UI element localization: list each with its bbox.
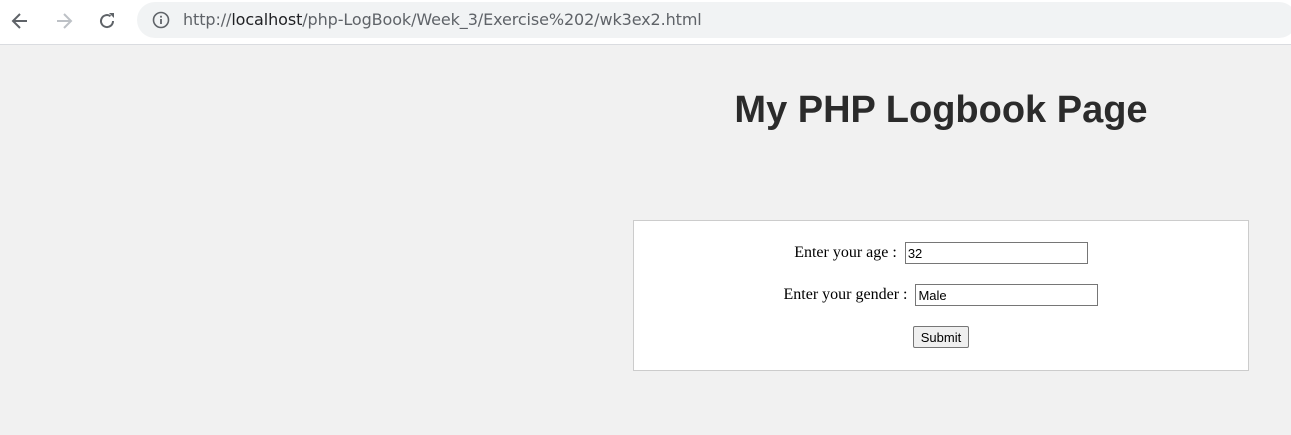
- gender-label: Enter your gender :: [783, 286, 908, 303]
- page-title: My PHP Logbook Page: [734, 89, 1148, 131]
- reload-icon: [100, 13, 115, 29]
- url-host: localhost: [231, 10, 303, 29]
- address-bar[interactable]: http://localhost/php-LogBook/Week_3/Exer…: [137, 2, 1291, 38]
- submit-button[interactable]: Submit: [912, 326, 970, 348]
- age-row: Enter your age :: [634, 242, 1248, 264]
- url-text[interactable]: http://localhost/php-LogBook/Week_3/Exer…: [183, 10, 702, 30]
- age-label: Enter your age :: [794, 244, 897, 261]
- info-icon[interactable]: [152, 11, 170, 34]
- gender-input[interactable]: [915, 284, 1099, 306]
- browser-toolbar: http://localhost/php-LogBook/Week_3/Exer…: [0, 0, 1291, 45]
- url-scheme: http://: [183, 10, 232, 29]
- submit-row: Submit: [634, 326, 1248, 348]
- forward-button[interactable]: [49, 6, 79, 36]
- arrow-left-icon: [11, 13, 27, 29]
- url-path: /php-LogBook/Week_3/Exercise%202/wk3ex2.…: [302, 10, 702, 29]
- logbook-form: Enter your age : Enter your gender : Sub…: [633, 220, 1249, 371]
- gender-row: Enter your gender :: [634, 284, 1248, 306]
- age-input[interactable]: [904, 242, 1088, 264]
- back-button[interactable]: [5, 6, 35, 36]
- reload-button[interactable]: [92, 6, 122, 36]
- arrow-right-icon: [57, 13, 73, 29]
